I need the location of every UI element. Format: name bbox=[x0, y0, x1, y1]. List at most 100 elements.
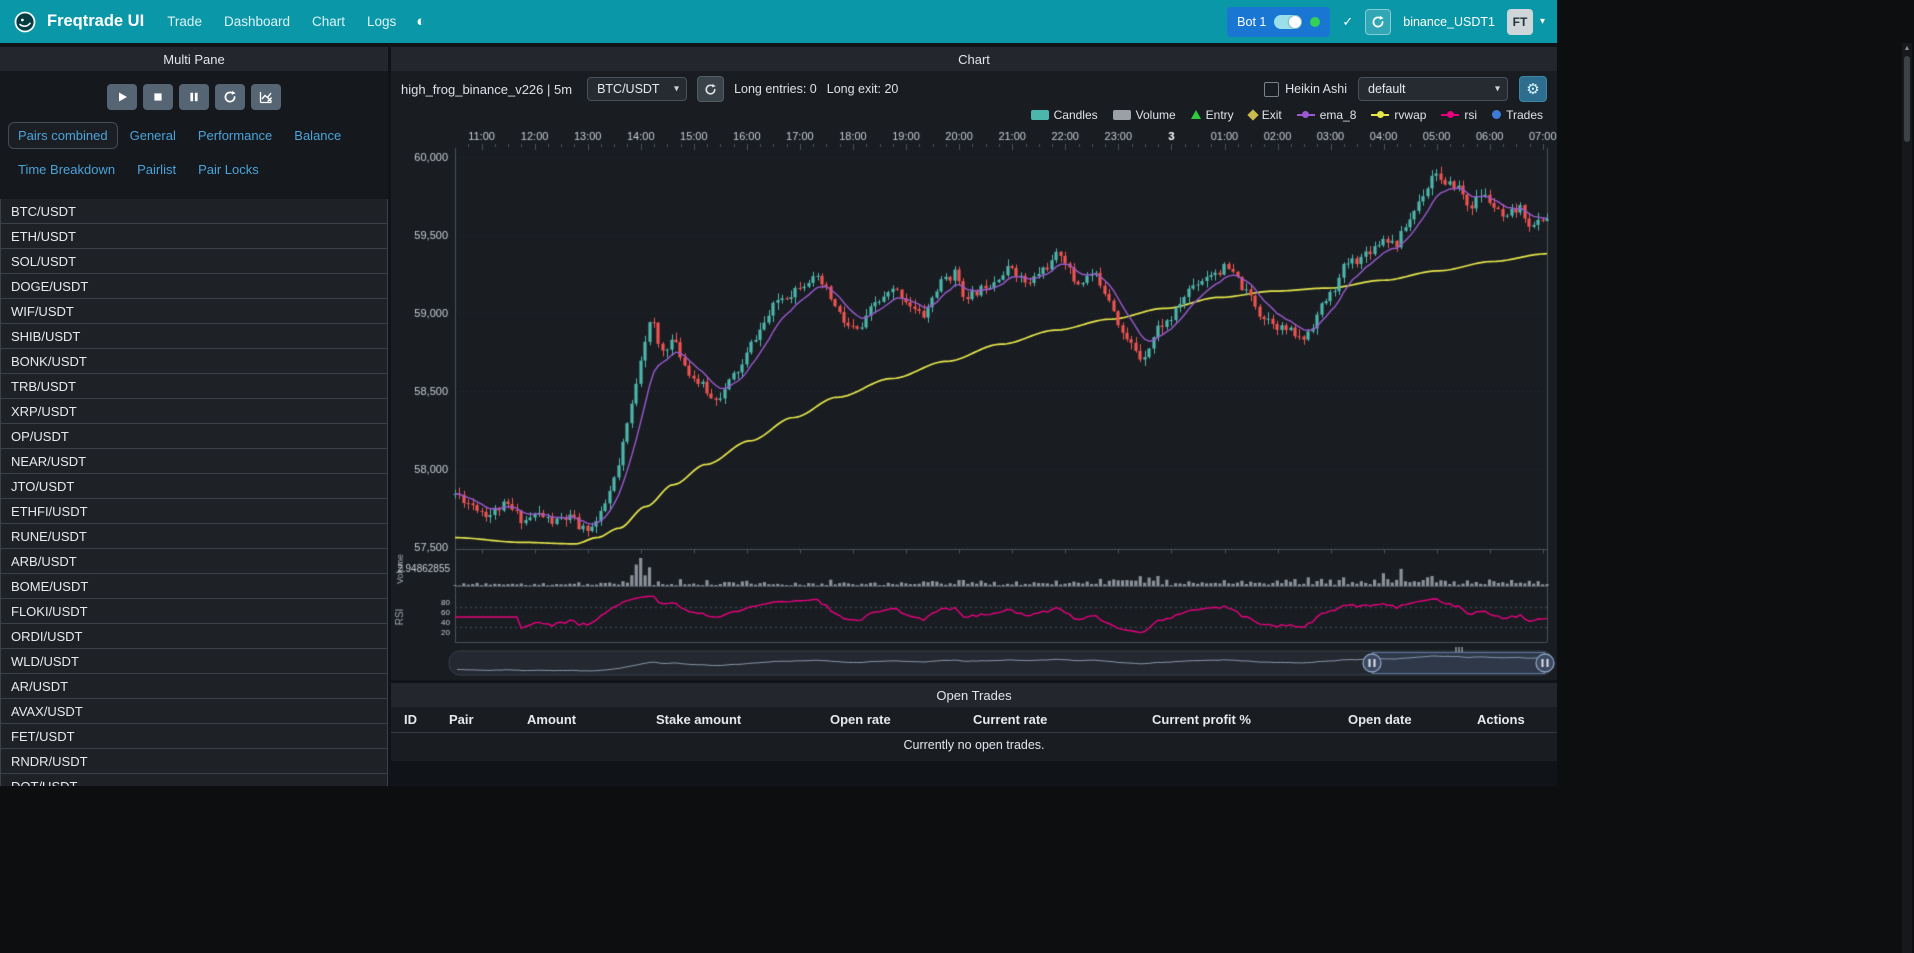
legend-item-exit[interactable]: Exit bbox=[1249, 108, 1282, 122]
scrollbar-thumb[interactable] bbox=[1904, 56, 1910, 142]
pair-row[interactable]: TRB/USDT bbox=[0, 373, 388, 399]
legend-item-candles[interactable]: Candles bbox=[1031, 108, 1098, 122]
multi-pane-tabs: Pairs combined General Performance Balan… bbox=[0, 119, 388, 186]
reload-icon bbox=[704, 83, 717, 96]
multi-pane-header: Multi Pane bbox=[0, 47, 388, 71]
pair-row[interactable]: WLD/USDT bbox=[0, 648, 388, 674]
pair-row[interactable]: FET/USDT bbox=[0, 723, 388, 749]
tab-general[interactable]: General bbox=[120, 122, 186, 149]
pair-row[interactable]: BTC/USDT bbox=[0, 199, 388, 224]
tab-time-breakdown[interactable]: Time Breakdown bbox=[8, 156, 125, 183]
toggle-knob bbox=[1289, 16, 1301, 28]
plot-settings-button[interactable]: ⚙ bbox=[1519, 76, 1547, 102]
pair-row[interactable]: BONK/USDT bbox=[0, 348, 388, 374]
plot-config-select-wrap: default bbox=[1358, 77, 1508, 101]
legend-item-ema-8[interactable]: ema_8 bbox=[1297, 108, 1357, 122]
pair-row[interactable]: BOME/USDT bbox=[0, 573, 388, 599]
volume-marker-icon bbox=[1113, 110, 1131, 120]
trades-column-header: ID bbox=[404, 712, 449, 727]
pair-row[interactable]: DOT/USDT bbox=[0, 773, 388, 786]
main-content: Multi Pane Pairs combined bbox=[0, 47, 1557, 786]
legend-item-entry[interactable]: Entry bbox=[1191, 108, 1234, 122]
rsi-marker-icon bbox=[1441, 114, 1459, 116]
no-open-trades-message: Currently no open trades. bbox=[391, 733, 1557, 761]
legend-label: rvwap bbox=[1394, 108, 1426, 122]
heikin-ashi-toggle: Heikin Ashi bbox=[1264, 82, 1347, 97]
pair-row[interactable]: OP/USDT bbox=[0, 423, 388, 449]
pair-row[interactable]: AR/USDT bbox=[0, 673, 388, 699]
scroll-up-arrow-icon[interactable]: ▲ bbox=[1902, 43, 1912, 54]
pair-row[interactable]: ARB/USDT bbox=[0, 548, 388, 574]
legend-label: Candles bbox=[1054, 108, 1098, 122]
strategy-timeframe-label: high_frog_binance_v226 | 5m bbox=[401, 82, 572, 97]
pause-button[interactable] bbox=[179, 84, 209, 110]
reload-icon bbox=[223, 90, 237, 104]
freqtrade-logo-icon[interactable] bbox=[12, 9, 38, 35]
pair-row[interactable]: FLOKI/USDT bbox=[0, 598, 388, 624]
nav-item-dashboard[interactable]: Dashboard bbox=[224, 14, 290, 29]
trades-column-header: Current rate bbox=[973, 712, 1152, 727]
pair-row[interactable]: ORDI/USDT bbox=[0, 623, 388, 649]
legend-item-rsi[interactable]: rsi bbox=[1441, 108, 1477, 122]
nav-item-chart[interactable]: Chart bbox=[312, 14, 345, 29]
trades-marker-icon bbox=[1492, 110, 1501, 119]
candlestick-chart[interactable] bbox=[391, 124, 1557, 680]
stop-icon bbox=[151, 90, 165, 104]
pair-row[interactable]: ETHFI/USDT bbox=[0, 498, 388, 524]
trades-column-header: Open date bbox=[1348, 712, 1477, 727]
pair-row[interactable]: JTO/USDT bbox=[0, 473, 388, 499]
tab-pair-locks[interactable]: Pair Locks bbox=[188, 156, 269, 183]
heikin-ashi-checkbox[interactable] bbox=[1264, 82, 1279, 97]
pair-select[interactable]: BTC/USDT bbox=[587, 77, 687, 101]
trades-column-header: Current profit % bbox=[1152, 712, 1348, 727]
chart-controls: high_frog_binance_v226 | 5m BTC/USDT Lon… bbox=[391, 71, 1557, 105]
pair-row[interactable]: WIF/USDT bbox=[0, 298, 388, 324]
pair-row[interactable]: SHIB/USDT bbox=[0, 323, 388, 349]
chart-canvas[interactable] bbox=[391, 124, 1557, 680]
theme-toggle-icon[interactable]: ◐ bbox=[416, 13, 425, 30]
auto-refresh-check-icon[interactable]: ✓ bbox=[1342, 14, 1353, 30]
plot-config-select[interactable]: default bbox=[1358, 77, 1508, 101]
stop-button[interactable] bbox=[143, 84, 173, 110]
legend-label: Entry bbox=[1206, 108, 1234, 122]
page-scrollbar[interactable]: ▲ bbox=[1902, 43, 1912, 953]
reload-config-button[interactable] bbox=[215, 84, 245, 110]
freqtrade-app-window: Freqtrade UI Trade Dashboard Chart Logs … bbox=[0, 0, 1557, 786]
tab-performance[interactable]: Performance bbox=[188, 122, 282, 149]
pair-row[interactable]: RNDR/USDT bbox=[0, 748, 388, 774]
bot-toggle-switch[interactable] bbox=[1274, 15, 1302, 29]
pair-row[interactable]: DOGE/USDT bbox=[0, 273, 388, 299]
play-icon bbox=[115, 90, 129, 104]
start-button[interactable] bbox=[107, 84, 137, 110]
chart-cancel-icon bbox=[259, 90, 273, 104]
ema_8-marker-icon bbox=[1297, 114, 1315, 116]
cancel-open-orders-button[interactable] bbox=[251, 84, 281, 110]
top-navbar: Freqtrade UI Trade Dashboard Chart Logs … bbox=[0, 0, 1557, 43]
legend-item-volume[interactable]: Volume bbox=[1113, 108, 1176, 122]
right-column: Chart high_frog_binance_v226 | 5m BTC/US… bbox=[391, 47, 1557, 786]
bot-online-indicator bbox=[1310, 17, 1320, 27]
pair-row[interactable]: SOL/USDT bbox=[0, 248, 388, 274]
legend-item-trades[interactable]: Trades bbox=[1492, 108, 1543, 122]
nav-item-trade[interactable]: Trade bbox=[167, 14, 202, 29]
app-title[interactable]: Freqtrade UI bbox=[47, 12, 144, 31]
chart-refresh-button[interactable] bbox=[697, 76, 724, 102]
multi-pane-panel: Multi Pane Pairs combined bbox=[0, 47, 388, 786]
legend-item-rvwap[interactable]: rvwap bbox=[1371, 108, 1426, 122]
tab-pairs-combined[interactable]: Pairs combined bbox=[8, 122, 118, 149]
tab-balance[interactable]: Balance bbox=[284, 122, 351, 149]
pair-row[interactable]: NEAR/USDT bbox=[0, 448, 388, 474]
rvwap-marker-icon bbox=[1371, 114, 1389, 116]
user-avatar[interactable]: FT bbox=[1507, 9, 1533, 35]
bot-selector[interactable]: Bot 1 bbox=[1227, 7, 1330, 37]
pair-row[interactable]: XRP/USDT bbox=[0, 398, 388, 424]
pair-row[interactable]: AVAX/USDT bbox=[0, 698, 388, 724]
refresh-button[interactable] bbox=[1365, 9, 1391, 35]
exit-marker-icon bbox=[1247, 109, 1258, 120]
bot-instance-label: binance_USDT1 bbox=[1403, 15, 1495, 29]
user-menu-caret-icon[interactable]: ▾ bbox=[1540, 16, 1545, 27]
tab-pairlist[interactable]: Pairlist bbox=[127, 156, 186, 183]
nav-item-logs[interactable]: Logs bbox=[367, 14, 396, 29]
pair-row[interactable]: ETH/USDT bbox=[0, 223, 388, 249]
pair-row[interactable]: RUNE/USDT bbox=[0, 523, 388, 549]
